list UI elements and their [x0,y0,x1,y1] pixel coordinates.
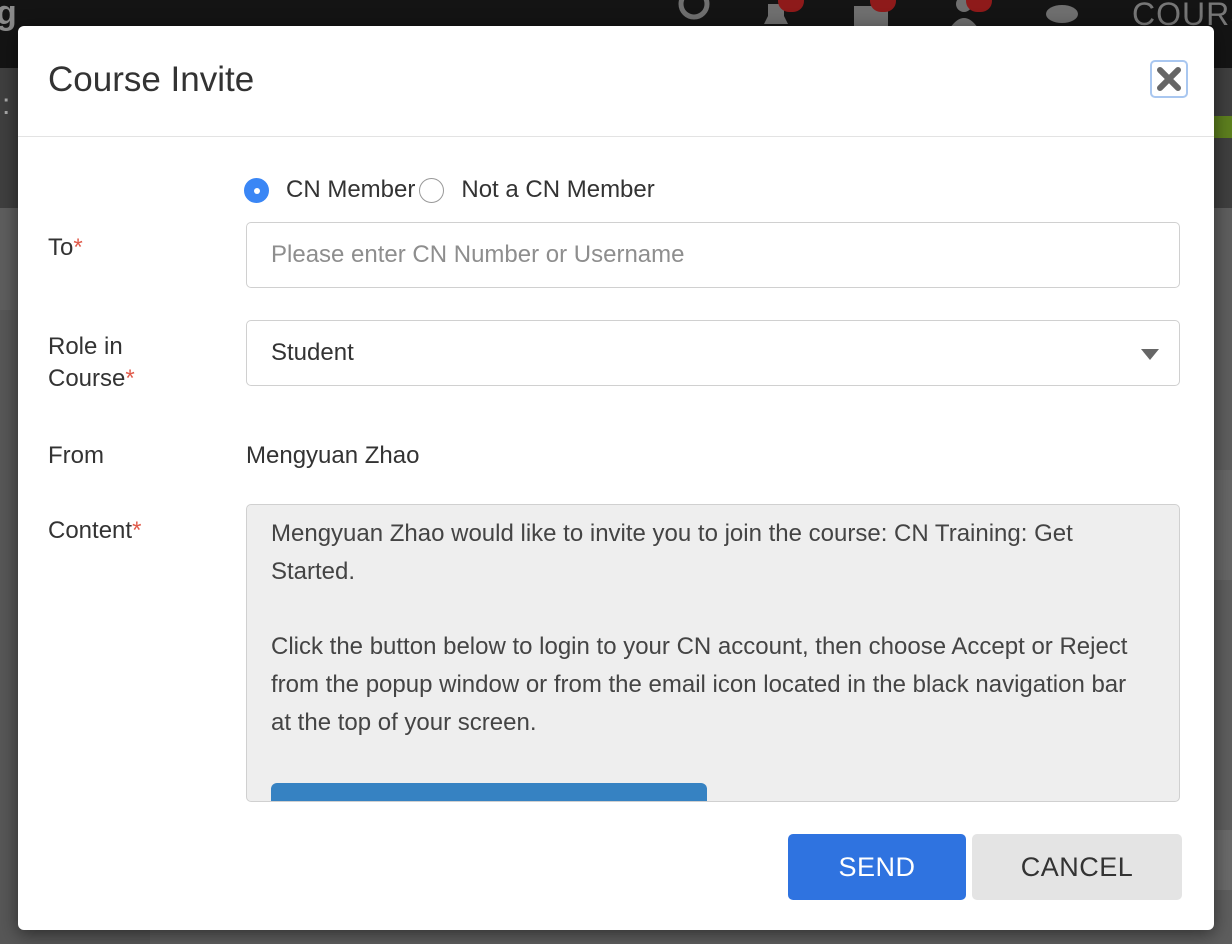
to-input[interactable] [246,222,1180,288]
cancel-button[interactable]: CANCEL [972,834,1182,900]
to-label-text: To [48,234,74,261]
required-marker: * [125,365,135,392]
from-label: From [48,442,104,469]
required-marker: * [73,234,83,261]
radio-not-cn-member[interactable] [419,177,445,203]
chevron-down-icon [1141,349,1159,360]
dialog-header: Course Invite [18,26,1214,137]
recipient-type-radio-group: CN Member Not a CN Member [244,172,655,208]
search-icon[interactable] [676,0,716,28]
role-select-value: Student [271,339,354,366]
content-preview[interactable]: Mengyuan Zhao would like to invite you t… [246,504,1180,802]
content-label: Content* [48,515,141,547]
close-icon [1157,67,1181,91]
role-label-line1: Role in [48,333,123,360]
chat-icon[interactable] [1044,0,1084,28]
role-label-text: Course [48,365,126,392]
close-button[interactable] [1150,60,1188,98]
course-invite-dialog: Course Invite CN Member Not a CN Member … [18,26,1214,930]
role-label-line2: Course* [48,363,135,395]
site-logo: g [0,0,17,32]
content-paragraph-1: Mengyuan Zhao would like to invite you t… [271,520,1073,585]
send-button[interactable]: SEND [788,834,966,900]
radio-cn-member-label[interactable]: CN Member [286,176,415,204]
role-select[interactable]: Student [246,320,1180,386]
content-label-text: Content [48,517,133,544]
dialog-title: Course Invite [48,60,255,99]
background-text-fragment: : [2,88,11,121]
content-preview-text: Mengyuan Zhao would like to invite you t… [271,515,1151,779]
required-marker: * [132,517,142,544]
content-paragraph-2: Click the button below to login to your … [271,633,1128,736]
role-label: Role in Course* [48,331,135,395]
content-login-button[interactable] [271,783,707,801]
from-value: Mengyuan Zhao [246,442,420,469]
radio-cn-member[interactable] [244,177,269,203]
radio-not-cn-member-label[interactable]: Not a CN Member [461,176,654,204]
to-label: To* [48,232,83,264]
